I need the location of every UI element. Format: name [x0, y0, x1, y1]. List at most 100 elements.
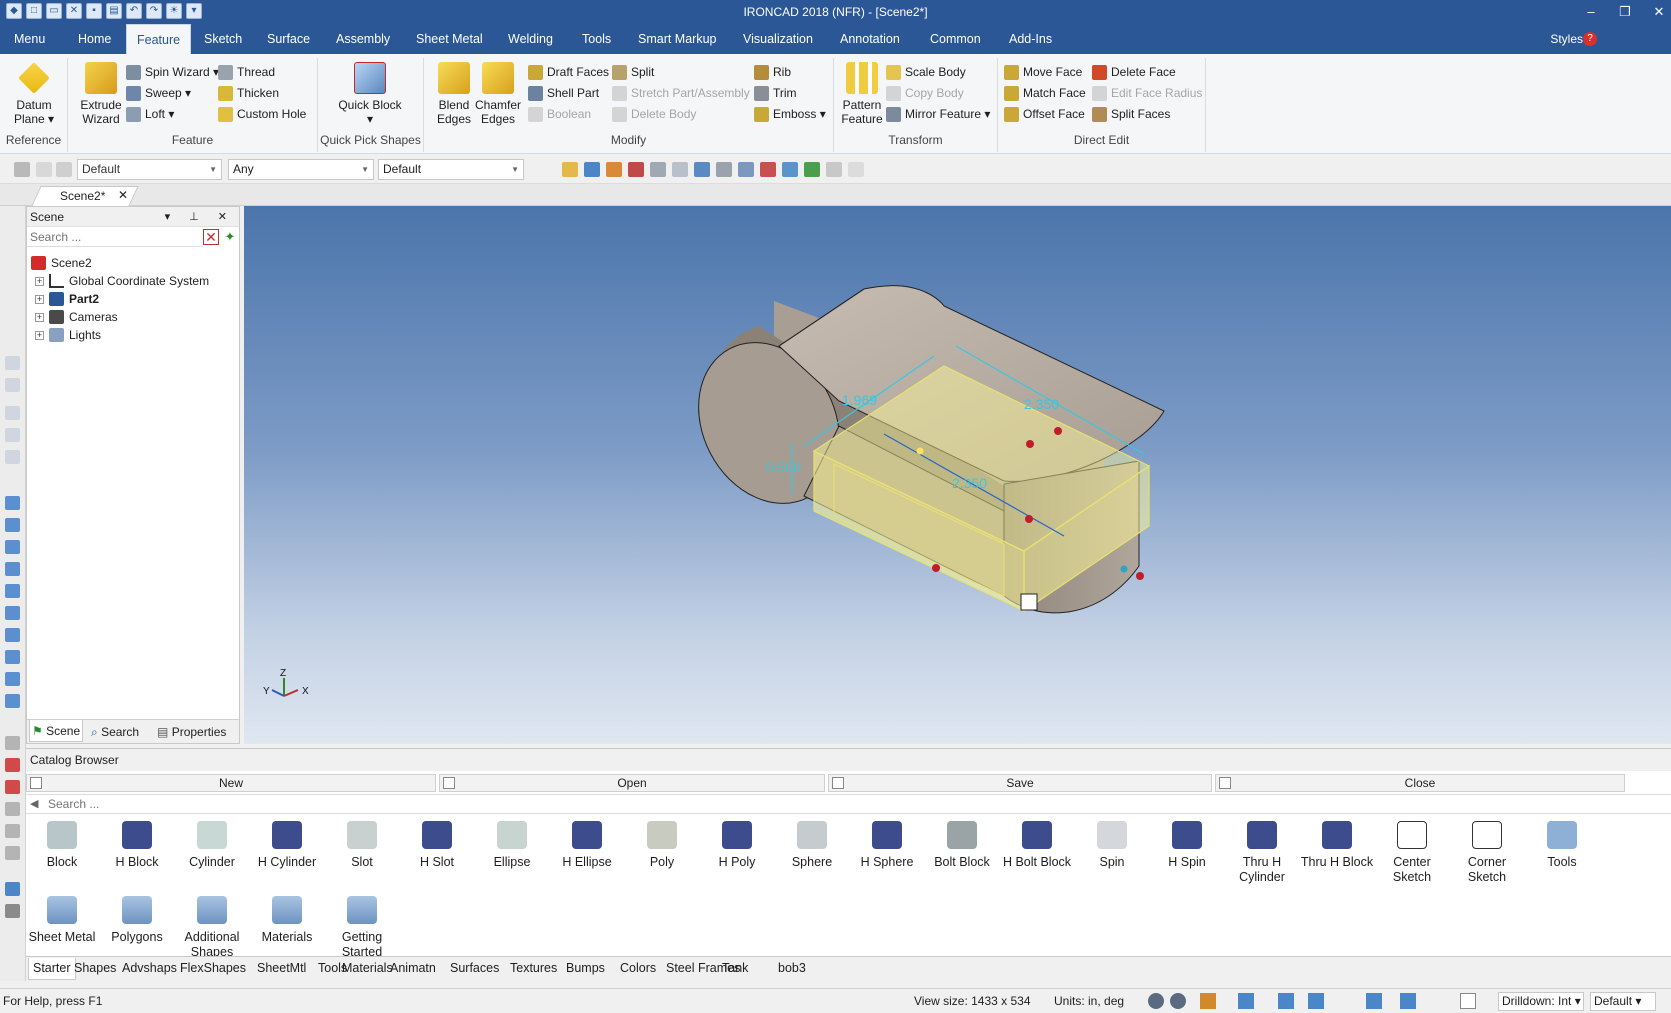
edit-face-radius-button[interactable]: Edit Face Radius: [1092, 83, 1202, 103]
tab-sheet-metal[interactable]: Sheet Metal: [406, 24, 493, 54]
extrude-wizard-button[interactable]: Extrude Wizard: [72, 62, 130, 126]
zoom-window-icon[interactable]: [1170, 993, 1186, 1009]
catalog-item[interactable]: Cylinder: [174, 821, 250, 870]
catalog-folder-item[interactable]: Polygons: [99, 896, 175, 945]
catalog-tab[interactable]: Animatn: [390, 961, 436, 975]
search-back-icon[interactable]: ◀: [30, 797, 38, 810]
styles-menu[interactable]: Styles: [1550, 32, 1583, 46]
catalog-item[interactable]: H Spin: [1149, 821, 1225, 870]
emboss-button[interactable]: Emboss ▾: [754, 104, 826, 124]
tab-smart-markup[interactable]: Smart Markup: [628, 24, 727, 54]
minimize-button[interactable]: ‒: [1578, 2, 1604, 22]
view-normal-icon[interactable]: [5, 694, 20, 708]
thicken-button[interactable]: Thicken: [218, 83, 279, 103]
table-icon[interactable]: [716, 162, 732, 177]
chamfer-edges-button[interactable]: Chamfer Edges: [474, 62, 522, 126]
catalog-item[interactable]: Center Sketch: [1374, 821, 1450, 885]
people-icon[interactable]: [738, 162, 754, 177]
view-front-icon[interactable]: [5, 518, 20, 532]
catalog-tab[interactable]: SheetMtl: [257, 961, 306, 975]
move-face-button[interactable]: Move Face: [1004, 62, 1082, 82]
attach-icon[interactable]: [826, 162, 842, 177]
blend-edges-button[interactable]: Blend Edges: [434, 62, 474, 126]
catalog-item[interactable]: Bolt Block: [924, 821, 1000, 870]
view-cube-icon[interactable]: [5, 496, 20, 510]
catalog-item[interactable]: H Cylinder: [249, 821, 325, 870]
expand-icon[interactable]: +: [35, 313, 44, 322]
restore-button[interactable]: ❐: [1612, 2, 1638, 22]
thread-button[interactable]: Thread: [218, 62, 275, 82]
split-faces-button[interactable]: Split Faces: [1092, 104, 1170, 124]
triangle-icon[interactable]: [5, 802, 20, 816]
catalog-tab[interactable]: Materials: [342, 961, 393, 975]
catalog-tab[interactable]: Surfaces: [450, 961, 499, 975]
tab-common[interactable]: Common: [920, 24, 991, 54]
style-select[interactable]: Default ▾: [1590, 992, 1656, 1011]
measure-icon[interactable]: [5, 736, 20, 750]
tree-node-cameras[interactable]: + Cameras: [35, 309, 118, 326]
catalog-item[interactable]: H Sphere: [849, 821, 925, 870]
scale-body-button[interactable]: Scale Body: [886, 62, 966, 82]
catalog-tab[interactable]: Colors: [620, 961, 656, 975]
tab-properties[interactable]: ▤ Properties: [155, 723, 226, 741]
color-icon[interactable]: [760, 162, 776, 177]
dimension-label[interactable]: 1.969: [842, 392, 877, 408]
triball-handle-icon[interactable]: [1020, 593, 1038, 611]
view-top-icon[interactable]: [5, 540, 20, 554]
catalog-item[interactable]: Corner Sketch: [1449, 821, 1525, 885]
print-preview-icon[interactable]: [650, 162, 666, 177]
image-icon[interactable]: [804, 162, 820, 177]
clear-search-icon[interactable]: ✕: [203, 229, 219, 245]
3d-viewport[interactable]: 1.969 0.500 2.350 2.350 Z Y X: [244, 206, 1671, 744]
strip-tool-icon[interactable]: [5, 406, 20, 420]
tab-sketch[interactable]: Sketch: [194, 24, 252, 54]
spin-wizard-button[interactable]: Spin Wizard ▾: [126, 62, 219, 82]
view-mode-icon[interactable]: [1238, 993, 1254, 1009]
mirror-feature-button[interactable]: Mirror Feature ▾: [886, 104, 990, 124]
catalog-save-button[interactable]: Save: [828, 774, 1212, 792]
document-tab-close-icon[interactable]: ✕: [118, 188, 128, 202]
strip-tool-icon[interactable]: [5, 428, 20, 442]
catalog-item[interactable]: Poly: [624, 821, 700, 870]
rib-button[interactable]: Rib: [754, 62, 791, 82]
view-left-icon[interactable]: [5, 650, 20, 664]
filter-combo[interactable]: Any ▼: [228, 159, 374, 180]
open-folder-icon[interactable]: [562, 162, 578, 177]
catalog-tab[interactable]: Bumps: [566, 961, 605, 975]
scene-browser-window-buttons[interactable]: ▾ ⊥ ✕: [165, 207, 235, 227]
sweep-button[interactable]: Sweep ▾: [126, 83, 191, 103]
tree-node-global-coordinate-system[interactable]: + Global Coordinate System: [35, 273, 209, 290]
catalog-open-button[interactable]: Open: [439, 774, 825, 792]
catalog-folder-item[interactable]: Materials: [249, 896, 325, 945]
tree-node-part2[interactable]: + Part2: [35, 291, 99, 308]
export-icon[interactable]: [628, 162, 644, 177]
catalog-tab[interactable]: FlexShapes: [180, 961, 246, 975]
catalog-icon[interactable]: [606, 162, 622, 177]
tab-home[interactable]: Home: [68, 24, 121, 54]
style-combo[interactable]: Default ▼: [77, 159, 222, 180]
catalog-item[interactable]: H Poly: [699, 821, 775, 870]
tab-welding[interactable]: Welding: [498, 24, 563, 54]
split-button[interactable]: Split: [612, 62, 654, 82]
catalog-item[interactable]: H Slot: [399, 821, 475, 870]
catalog-tab[interactable]: Tank: [722, 961, 748, 975]
select-filter-icon[interactable]: [14, 162, 30, 177]
ruler-icon[interactable]: [5, 904, 20, 918]
select-pointer-icon[interactable]: [1460, 993, 1476, 1009]
catalog-item[interactable]: Tools: [1524, 821, 1600, 870]
save-disk-icon[interactable]: [584, 162, 600, 177]
help-icon[interactable]: ?: [1583, 32, 1597, 46]
sphere-view-icon[interactable]: [672, 162, 688, 177]
catalog-tab[interactable]: Starter: [28, 958, 76, 980]
match-face-button[interactable]: Match Face: [1004, 83, 1086, 103]
catalog-item[interactable]: Sphere: [774, 821, 850, 870]
tab-feature[interactable]: Feature: [126, 24, 192, 54]
pattern-feature-button[interactable]: Pattern Feature: [838, 62, 886, 126]
strip-tool-icon[interactable]: [5, 450, 20, 464]
catalog-folder-item[interactable]: Getting Started: [324, 896, 400, 960]
view-bottom-icon[interactable]: [5, 628, 20, 642]
grid-icon[interactable]: [694, 162, 710, 177]
draft-faces-button[interactable]: Draft Faces: [528, 62, 609, 82]
scene-search-input[interactable]: [27, 227, 203, 247]
catalog-close-button[interactable]: Close: [1215, 774, 1625, 792]
